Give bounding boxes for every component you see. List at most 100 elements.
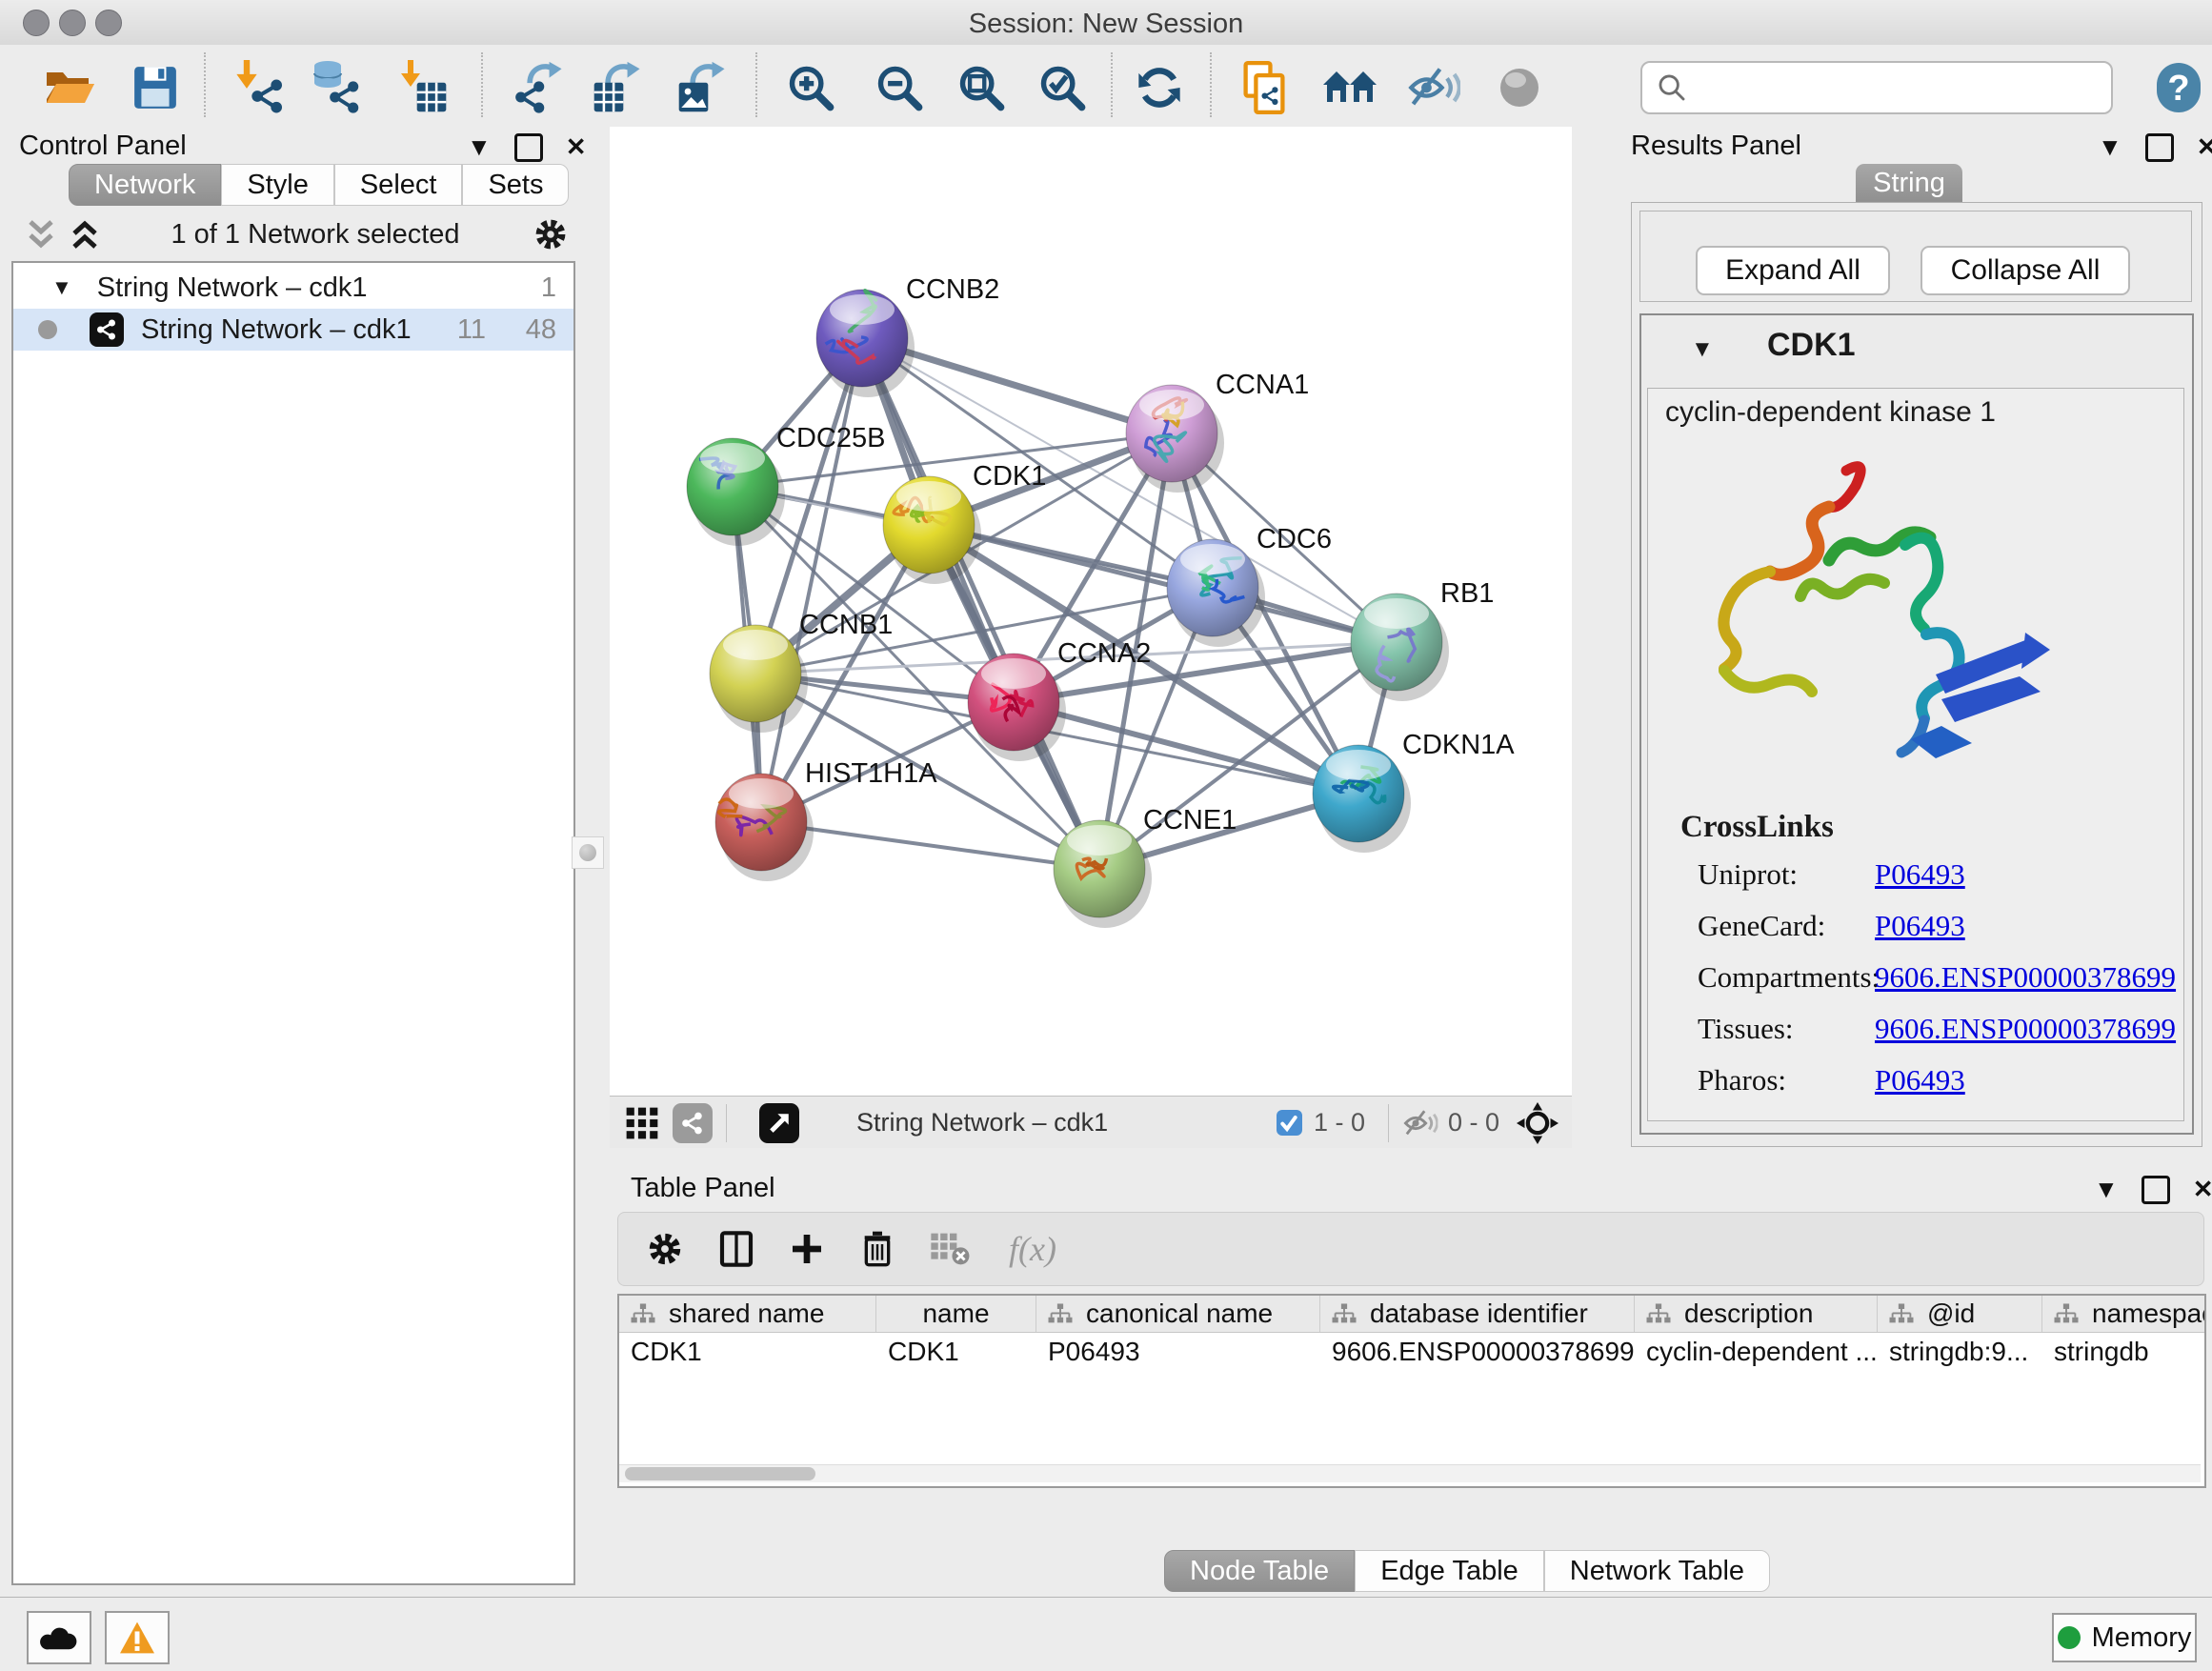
tab-network[interactable]: Network (69, 164, 221, 206)
warnings-button[interactable] (105, 1611, 170, 1664)
import-network-from-database-button[interactable] (308, 60, 363, 115)
control-panel-close-button[interactable]: ✕ (566, 132, 587, 162)
import-table-from-file-button[interactable] (394, 60, 450, 115)
network-collection-row[interactable]: ▼ String Network – cdk1 1 (13, 267, 573, 309)
network-node-label: CCNA1 (1216, 370, 1309, 400)
network-node-label: HIST1H1A (805, 758, 937, 789)
table-panel-undock-button[interactable] (2142, 1176, 2170, 1204)
expand-all-button[interactable]: Expand All (1696, 246, 1890, 295)
results-panel-close-button[interactable]: ✕ (2197, 132, 2212, 162)
crosslink-link[interactable]: P06493 (1875, 909, 1965, 943)
table-options-gear-icon[interactable] (645, 1229, 685, 1269)
network-node-CDC6[interactable]: CDC6 (1167, 524, 1332, 647)
show-all-button[interactable] (1492, 60, 1547, 115)
hide-selection-button[interactable] (1406, 60, 1461, 115)
cloud-status-button[interactable] (27, 1611, 91, 1664)
open-session-button[interactable] (43, 60, 98, 115)
results-panel-undock-button[interactable] (2145, 133, 2174, 162)
selected-count-checkbox-icon[interactable] (1277, 1110, 1302, 1136)
network-options-gear-icon[interactable] (532, 215, 570, 253)
network-node-RB1[interactable]: RB1 (1351, 578, 1494, 701)
network-edge[interactable] (761, 338, 862, 822)
tab-network-table[interactable]: Network Table (1544, 1550, 1770, 1592)
delete-column-trash-icon[interactable] (858, 1228, 896, 1270)
function-builder-icon[interactable]: f(x) (1009, 1229, 1056, 1269)
search-input[interactable] (1696, 72, 2111, 104)
tab-style[interactable]: Style (221, 164, 333, 206)
image-icon (677, 81, 710, 113)
column-header-shared-name[interactable]: shared name (619, 1296, 876, 1332)
network-row-selected[interactable]: String Network – cdk1 11 48 (13, 309, 573, 351)
table-row[interactable]: CDK1CDK1P064939606.ENSP00000378699cyclin… (619, 1333, 2204, 1371)
table-cell[interactable]: cyclin-dependent ... (1635, 1337, 1878, 1367)
network-view-toolbar: String Network – cdk1 1 - 0 0 - 0 (610, 1096, 1572, 1149)
shared-column-icon (1887, 1303, 1916, 1324)
table-panel-float-button[interactable]: ▼ (2094, 1175, 2119, 1204)
network-node-CDK1[interactable]: CDK1 (883, 461, 1046, 584)
save-session-button[interactable] (128, 60, 183, 115)
collection-count: 1 (541, 272, 556, 304)
column-header-database-identifier[interactable]: database identifier (1320, 1296, 1635, 1332)
left-splitter-handle[interactable] (572, 836, 604, 869)
create-column-plus-icon[interactable] (788, 1230, 826, 1268)
collapse-all-button[interactable]: Collapse All (1920, 246, 2130, 295)
crosslink-link[interactable]: P06493 (1875, 1063, 1965, 1097)
tab-select[interactable]: Select (334, 164, 463, 206)
table-cell[interactable]: stringdb (2042, 1337, 2206, 1367)
collection-expand-arrow-icon[interactable]: ▼ (51, 275, 72, 300)
apply-preferred-layout-button[interactable] (1132, 60, 1187, 115)
network-node-label: CCNB1 (799, 610, 893, 640)
zoom-out-button[interactable] (872, 60, 927, 115)
memory-button[interactable]: Memory (2052, 1613, 2197, 1662)
network-canvas[interactable]: CCNB2CCNA1CDC25BCDK1CDC6RB1CCNB1CCNA2CDK… (610, 127, 1572, 1096)
grid-view-icon[interactable] (625, 1106, 659, 1140)
table-panel-close-button[interactable]: ✕ (2193, 1175, 2212, 1204)
network-node-HIST1H1A[interactable]: HIST1H1A (715, 758, 937, 881)
crosshair-navigate-icon[interactable] (1517, 1102, 1558, 1144)
table-cell[interactable]: stringdb:9... (1878, 1337, 2042, 1367)
zoom-fit-content-button[interactable] (954, 60, 1009, 115)
crosslink-link[interactable]: 9606.ENSP00000378699 (1875, 960, 2176, 995)
column-header-name[interactable]: name (876, 1296, 1036, 1332)
network-node-CDKN1A[interactable]: CDKN1A (1313, 730, 1515, 853)
zoom-in-button[interactable] (783, 60, 838, 115)
search-box (1640, 61, 2113, 114)
tab-string[interactable]: String (1856, 164, 1962, 203)
export-image-button[interactable] (675, 60, 731, 115)
tab-node-table[interactable]: Node Table (1164, 1550, 1355, 1592)
delete-table-icon[interactable] (929, 1232, 971, 1266)
expand-all-networks-icon[interactable] (70, 218, 99, 251)
table-horizontal-scrollbar[interactable] (619, 1464, 2201, 1482)
network-edge[interactable] (862, 338, 1099, 869)
tab-sets[interactable]: Sets (462, 164, 569, 206)
export-network-button[interactable] (513, 60, 568, 115)
birdseye-share-icon[interactable] (673, 1103, 713, 1143)
network-node-CCNB1[interactable]: CCNB1 (710, 610, 893, 733)
help-button[interactable]: ? (2151, 60, 2206, 115)
export-table-button[interactable] (591, 60, 646, 115)
tab-edge-table[interactable]: Edge Table (1355, 1550, 1544, 1592)
results-panel-float-button[interactable]: ▼ (2098, 132, 2122, 162)
column-header-@id[interactable]: @id (1878, 1296, 2042, 1332)
table-cell[interactable]: P06493 (1036, 1337, 1320, 1367)
network-node-CCNB2[interactable]: CCNB2 (816, 274, 999, 397)
crosslink-link[interactable]: P06493 (1875, 857, 1965, 892)
zoom-selected-region-button[interactable] (1035, 60, 1090, 115)
table-cell[interactable]: CDK1 (876, 1337, 1036, 1367)
collapse-all-networks-icon[interactable] (27, 218, 55, 251)
column-header-canonical-name[interactable]: canonical name (1036, 1296, 1320, 1332)
section-collapse-arrow-icon[interactable]: ▼ (1691, 336, 1714, 363)
import-network-from-file-button[interactable] (231, 60, 287, 115)
table-cell[interactable]: 9606.ENSP00000378699 (1320, 1337, 1635, 1367)
scrollbar-thumb[interactable] (625, 1467, 815, 1480)
create-network-from-selection-button[interactable] (1237, 60, 1292, 115)
column-header-description[interactable]: description (1635, 1296, 1878, 1332)
crosslink-link[interactable]: 9606.ENSP00000378699 (1875, 1012, 2176, 1046)
control-panel-undock-button[interactable] (514, 133, 543, 162)
column-header-namespace[interactable]: namespace (2042, 1296, 2206, 1332)
control-panel-float-button[interactable]: ▼ (467, 132, 492, 162)
table-cell[interactable]: CDK1 (619, 1337, 876, 1367)
detach-view-button[interactable] (759, 1103, 799, 1143)
first-neighbors-button[interactable] (1323, 60, 1378, 115)
show-columns-icon[interactable] (717, 1229, 755, 1269)
